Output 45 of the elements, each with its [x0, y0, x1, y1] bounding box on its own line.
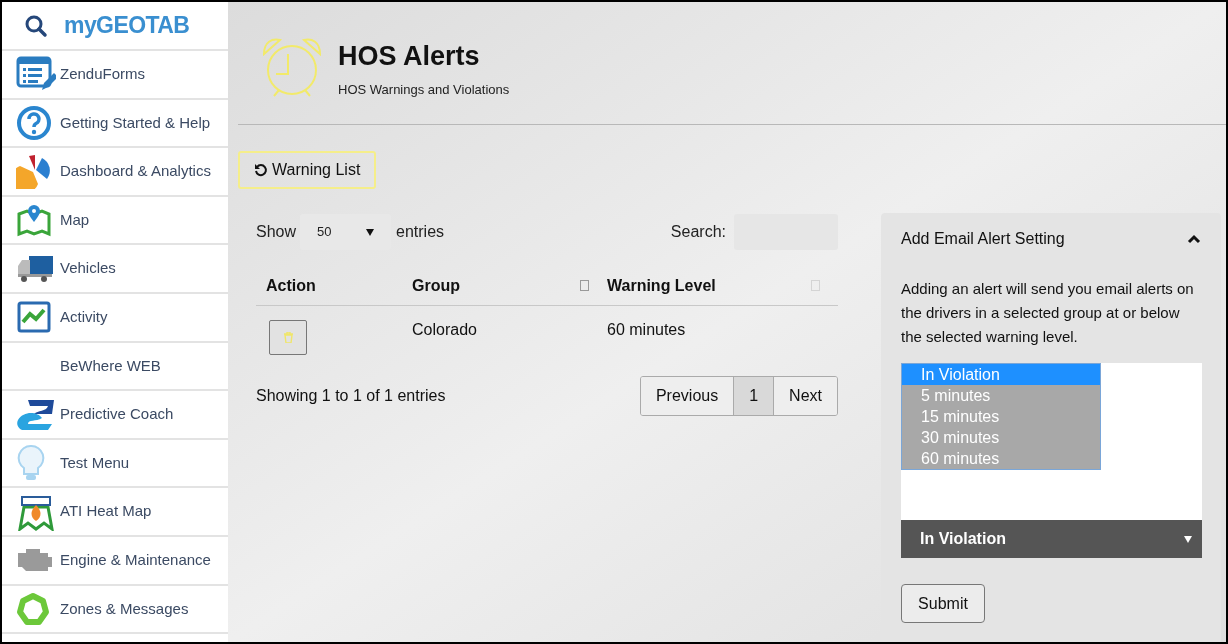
dropdown-arrow-icon	[1184, 535, 1192, 543]
nav-item[interactable]: Predictive Coach	[2, 391, 228, 440]
logo-text: myGEOTAB	[64, 11, 190, 41]
nav-item[interactable]: Activity	[2, 293, 228, 343]
table-cell-text: Colorado	[411, 320, 478, 340]
gear-icon	[16, 591, 50, 626]
entries-info: Showing 1 to 1 of 1 entries	[256, 386, 446, 406]
show-label: Show	[256, 222, 297, 242]
nav-item[interactable]: Zones & Messages	[2, 585, 228, 635]
alarm-clock-icon	[260, 36, 324, 98]
warning-list-button[interactable]: Warning List	[238, 151, 377, 189]
column-header[interactable]: Warning Level	[607, 273, 716, 298]
chevron-up-icon[interactable]	[1187, 234, 1201, 244]
table-cell-text: 60 minutes	[606, 320, 687, 340]
nav-item[interactable]: Engine & Maintenance	[2, 536, 228, 586]
column-header[interactable]: Group	[412, 273, 460, 298]
nav-item[interactable]: ATI Heat Map	[2, 488, 228, 537]
search-label: Search:	[670, 222, 726, 242]
page-subtitle: HOS Warnings and Violations	[338, 80, 510, 99]
column-header[interactable]: Action	[266, 273, 316, 298]
trash-icon	[283, 332, 293, 343]
panel-description: Adding an alert will send you email alerts on the drivers in a selected group at or below the selected warning level.	[901, 279, 1195, 347]
entries-label: entries	[396, 222, 445, 242]
truck-icon	[16, 253, 54, 284]
submit-button[interactable]: Submit	[901, 584, 985, 623]
question-icon	[16, 104, 52, 141]
light-bulb-icon	[16, 444, 46, 483]
nav-item[interactable]: ZenduForms	[2, 51, 228, 100]
dropdown-arrow-icon	[366, 228, 375, 236]
delete-button[interactable]	[269, 320, 307, 355]
search-icon[interactable]	[24, 13, 48, 38]
pie-chart-icon	[16, 153, 52, 190]
nav-item[interactable]: Getting Started & Help	[2, 99, 228, 149]
activity-icon	[16, 300, 52, 335]
sort-icon[interactable]	[580, 280, 589, 291]
panel-title: Add Email Alert Setting	[901, 229, 1065, 249]
page-title: HOS Alerts	[338, 40, 481, 73]
nav-item[interactable]: Vehicles	[2, 245, 228, 294]
nav-item[interactable]: Test Menu	[2, 439, 228, 489]
refresh-icon	[254, 163, 268, 177]
page-button[interactable]: 1	[733, 377, 774, 415]
page-button[interactable]: Next	[773, 377, 837, 415]
map-icon	[16, 202, 52, 239]
warning-level-select[interactable]: In Violation	[901, 520, 1202, 558]
nav-item[interactable]: Dashboard & Analytics	[2, 148, 228, 197]
